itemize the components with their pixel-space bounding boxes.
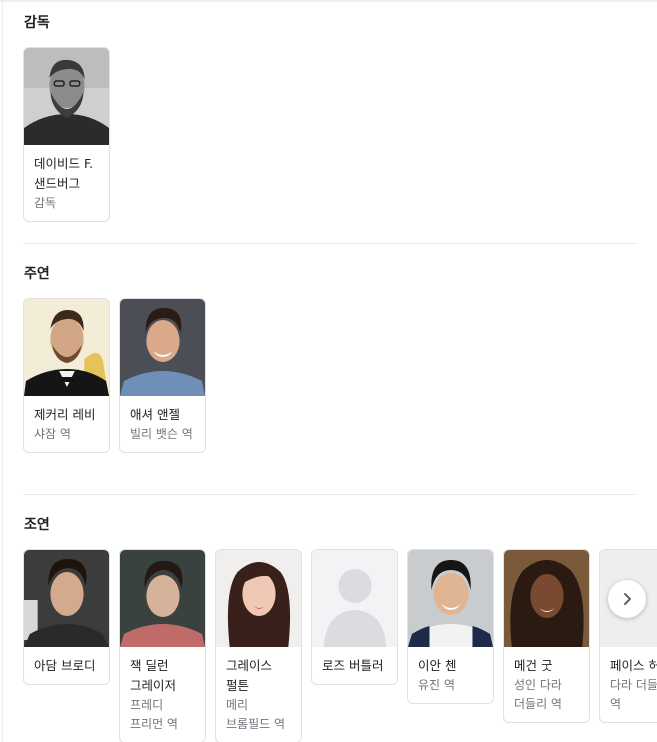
person-name: 로즈 버틀러 xyxy=(322,658,384,673)
person-name: 잭 딜런 그레이저 xyxy=(130,658,177,693)
chevron-right-icon xyxy=(624,593,631,605)
section-divider xyxy=(23,494,637,495)
person-name: 그레이스 펄튼 xyxy=(226,658,273,693)
person-role: 다라 더들리 역 xyxy=(610,678,657,711)
person-name: 아담 브로디 xyxy=(34,658,96,673)
person-card-director-1[interactable]: 데이비드 F. 샌드버그 감독 xyxy=(23,47,110,222)
person-name: 데이비드 F. 샌드버그 xyxy=(34,156,94,191)
person-role: 유진 역 xyxy=(418,678,455,692)
person-card-supporting-4[interactable]: 로즈 버틀러 xyxy=(311,549,398,685)
person-role: 빌리 뱃슨 역 xyxy=(130,427,193,441)
person-card-supporting-7[interactable]: 페이스 허만 다라 더들리 역 xyxy=(599,549,657,723)
person-name: 페이스 허만 xyxy=(610,658,657,673)
section-title-supporting: 조연 xyxy=(24,517,50,533)
person-role: 성인 다라 더들리 역 xyxy=(514,678,562,711)
person-photo xyxy=(216,550,301,647)
person-photo xyxy=(24,299,109,396)
person-card-lead-2[interactable]: 애셔 앤젤 빌리 뱃슨 역 xyxy=(119,298,206,453)
person-name: 이안 첸 xyxy=(418,658,457,673)
section-divider xyxy=(23,243,637,244)
person-photo xyxy=(504,550,589,647)
person-card-supporting-3[interactable]: 그레이스 펄튼 메리 브롬필드 역 xyxy=(215,549,302,742)
person-role: 프레디 프리먼 역 xyxy=(130,698,178,731)
person-silhouette-icon xyxy=(312,550,397,647)
person-name: 제커리 레비 xyxy=(34,407,96,422)
person-card-supporting-2[interactable]: 잭 딜런 그레이저 프레디 프리먼 역 xyxy=(119,549,206,742)
person-card-supporting-1[interactable]: 아담 브로디 xyxy=(23,549,110,685)
person-role xyxy=(24,676,109,684)
person-card-supporting-5[interactable]: 이안 첸 유진 역 xyxy=(407,549,494,704)
person-role: 샤잠 역 xyxy=(34,427,71,441)
person-name: 메건 굿 xyxy=(514,658,553,673)
person-photo xyxy=(120,550,205,647)
person-photo xyxy=(408,550,493,647)
person-photo xyxy=(24,550,109,647)
section-title-lead: 주연 xyxy=(24,266,50,282)
person-role xyxy=(312,676,397,684)
person-card-lead-1[interactable]: 제커리 레비 샤잠 역 xyxy=(23,298,110,453)
person-role: 메리 브롬필드 역 xyxy=(226,698,286,731)
next-button[interactable] xyxy=(608,580,646,618)
person-role: 감독 xyxy=(34,196,57,210)
person-name: 애셔 앤젤 xyxy=(130,407,180,422)
person-photo xyxy=(120,299,205,396)
person-card-supporting-6[interactable]: 메건 굿 성인 다라 더들리 역 xyxy=(503,549,590,723)
section-title-director: 감독 xyxy=(24,15,50,31)
person-photo xyxy=(24,48,109,145)
